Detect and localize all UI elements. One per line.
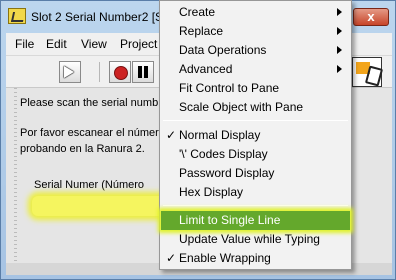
toolbar-separator xyxy=(99,62,100,82)
menu-item-create[interactable]: Create xyxy=(161,3,350,22)
menu-item-label: Enable Wrapping xyxy=(179,251,271,265)
menu-item-label: Limit to Single Line xyxy=(179,213,281,227)
vi-icon xyxy=(352,57,382,87)
menu-item-label: Hex Display xyxy=(179,185,244,199)
instruction-spanish-cont: probando en la Ranura 2. xyxy=(20,143,145,155)
menu-item-label: Replace xyxy=(179,24,224,38)
window-title: Slot 2 Serial Number2 [Se xyxy=(31,10,170,24)
checkmark-icon: ✓ xyxy=(166,128,177,142)
abort-icon[interactable] xyxy=(109,61,131,83)
menu-item-label: Scale Object with Pane xyxy=(179,100,304,114)
pause-icon[interactable] xyxy=(132,61,154,83)
menu-item-update-while-typing[interactable]: Update Value while Typing xyxy=(161,230,350,249)
menu-edit[interactable]: Edit xyxy=(46,37,67,51)
menu-item-normal-display[interactable]: ✓ Normal Display xyxy=(161,126,350,145)
menu-item-advanced[interactable]: Advanced xyxy=(161,60,350,79)
panel-grid xyxy=(14,88,17,275)
menu-item-label: Fit Control to Pane xyxy=(179,81,280,95)
menu-item-label: Create xyxy=(179,5,216,19)
close-window-button[interactable]: x xyxy=(353,8,389,26)
menu-item-hex-display[interactable]: Hex Display xyxy=(161,183,350,202)
serial-field-label: Serial Numer (Número xyxy=(34,179,145,191)
menu-item-enable-wrapping[interactable]: ✓ Enable Wrapping xyxy=(161,249,350,268)
menu-project[interactable]: Project xyxy=(120,37,157,51)
menu-separator xyxy=(163,120,348,121)
checkmark-icon: ✓ xyxy=(166,251,177,265)
menu-item-replace[interactable]: Replace xyxy=(161,22,350,41)
serial-number-input[interactable] xyxy=(32,196,172,216)
submenu-arrow-icon xyxy=(337,46,342,54)
menu-item-limit-single-line[interactable]: Limit to Single Line xyxy=(161,211,350,230)
menu-item-label: Data Operations xyxy=(179,43,267,57)
run-arrow-icon[interactable] xyxy=(59,61,81,83)
menu-item-label: Update Value while Typing xyxy=(179,232,320,246)
menu-separator xyxy=(163,205,348,206)
menu-file[interactable]: File xyxy=(15,37,34,51)
submenu-arrow-icon xyxy=(337,27,342,35)
menu-item-fit-control[interactable]: Fit Control to Pane xyxy=(161,79,350,98)
menu-item-label: Normal Display xyxy=(179,128,261,142)
menu-item-label: Password Display xyxy=(179,166,275,180)
submenu-arrow-icon xyxy=(337,8,342,16)
menu-item-label: '\' Codes Display xyxy=(179,147,268,161)
instruction-spanish: Por favor escanear el númer xyxy=(20,127,159,139)
menu-item-scale-object[interactable]: Scale Object with Pane xyxy=(161,98,350,117)
menu-view[interactable]: View xyxy=(81,37,107,51)
menu-item-password-display[interactable]: Password Display xyxy=(161,164,350,183)
instruction-english: Please scan the serial numb xyxy=(20,97,159,109)
menu-item-data-operations[interactable]: Data Operations xyxy=(161,41,350,60)
vi-app-icon xyxy=(8,8,26,24)
menu-item-codes-display[interactable]: '\' Codes Display xyxy=(161,145,350,164)
menu-item-label: Advanced xyxy=(179,62,233,76)
submenu-arrow-icon xyxy=(337,65,342,73)
context-menu: Create Replace Data Operations Advanced … xyxy=(159,0,352,270)
